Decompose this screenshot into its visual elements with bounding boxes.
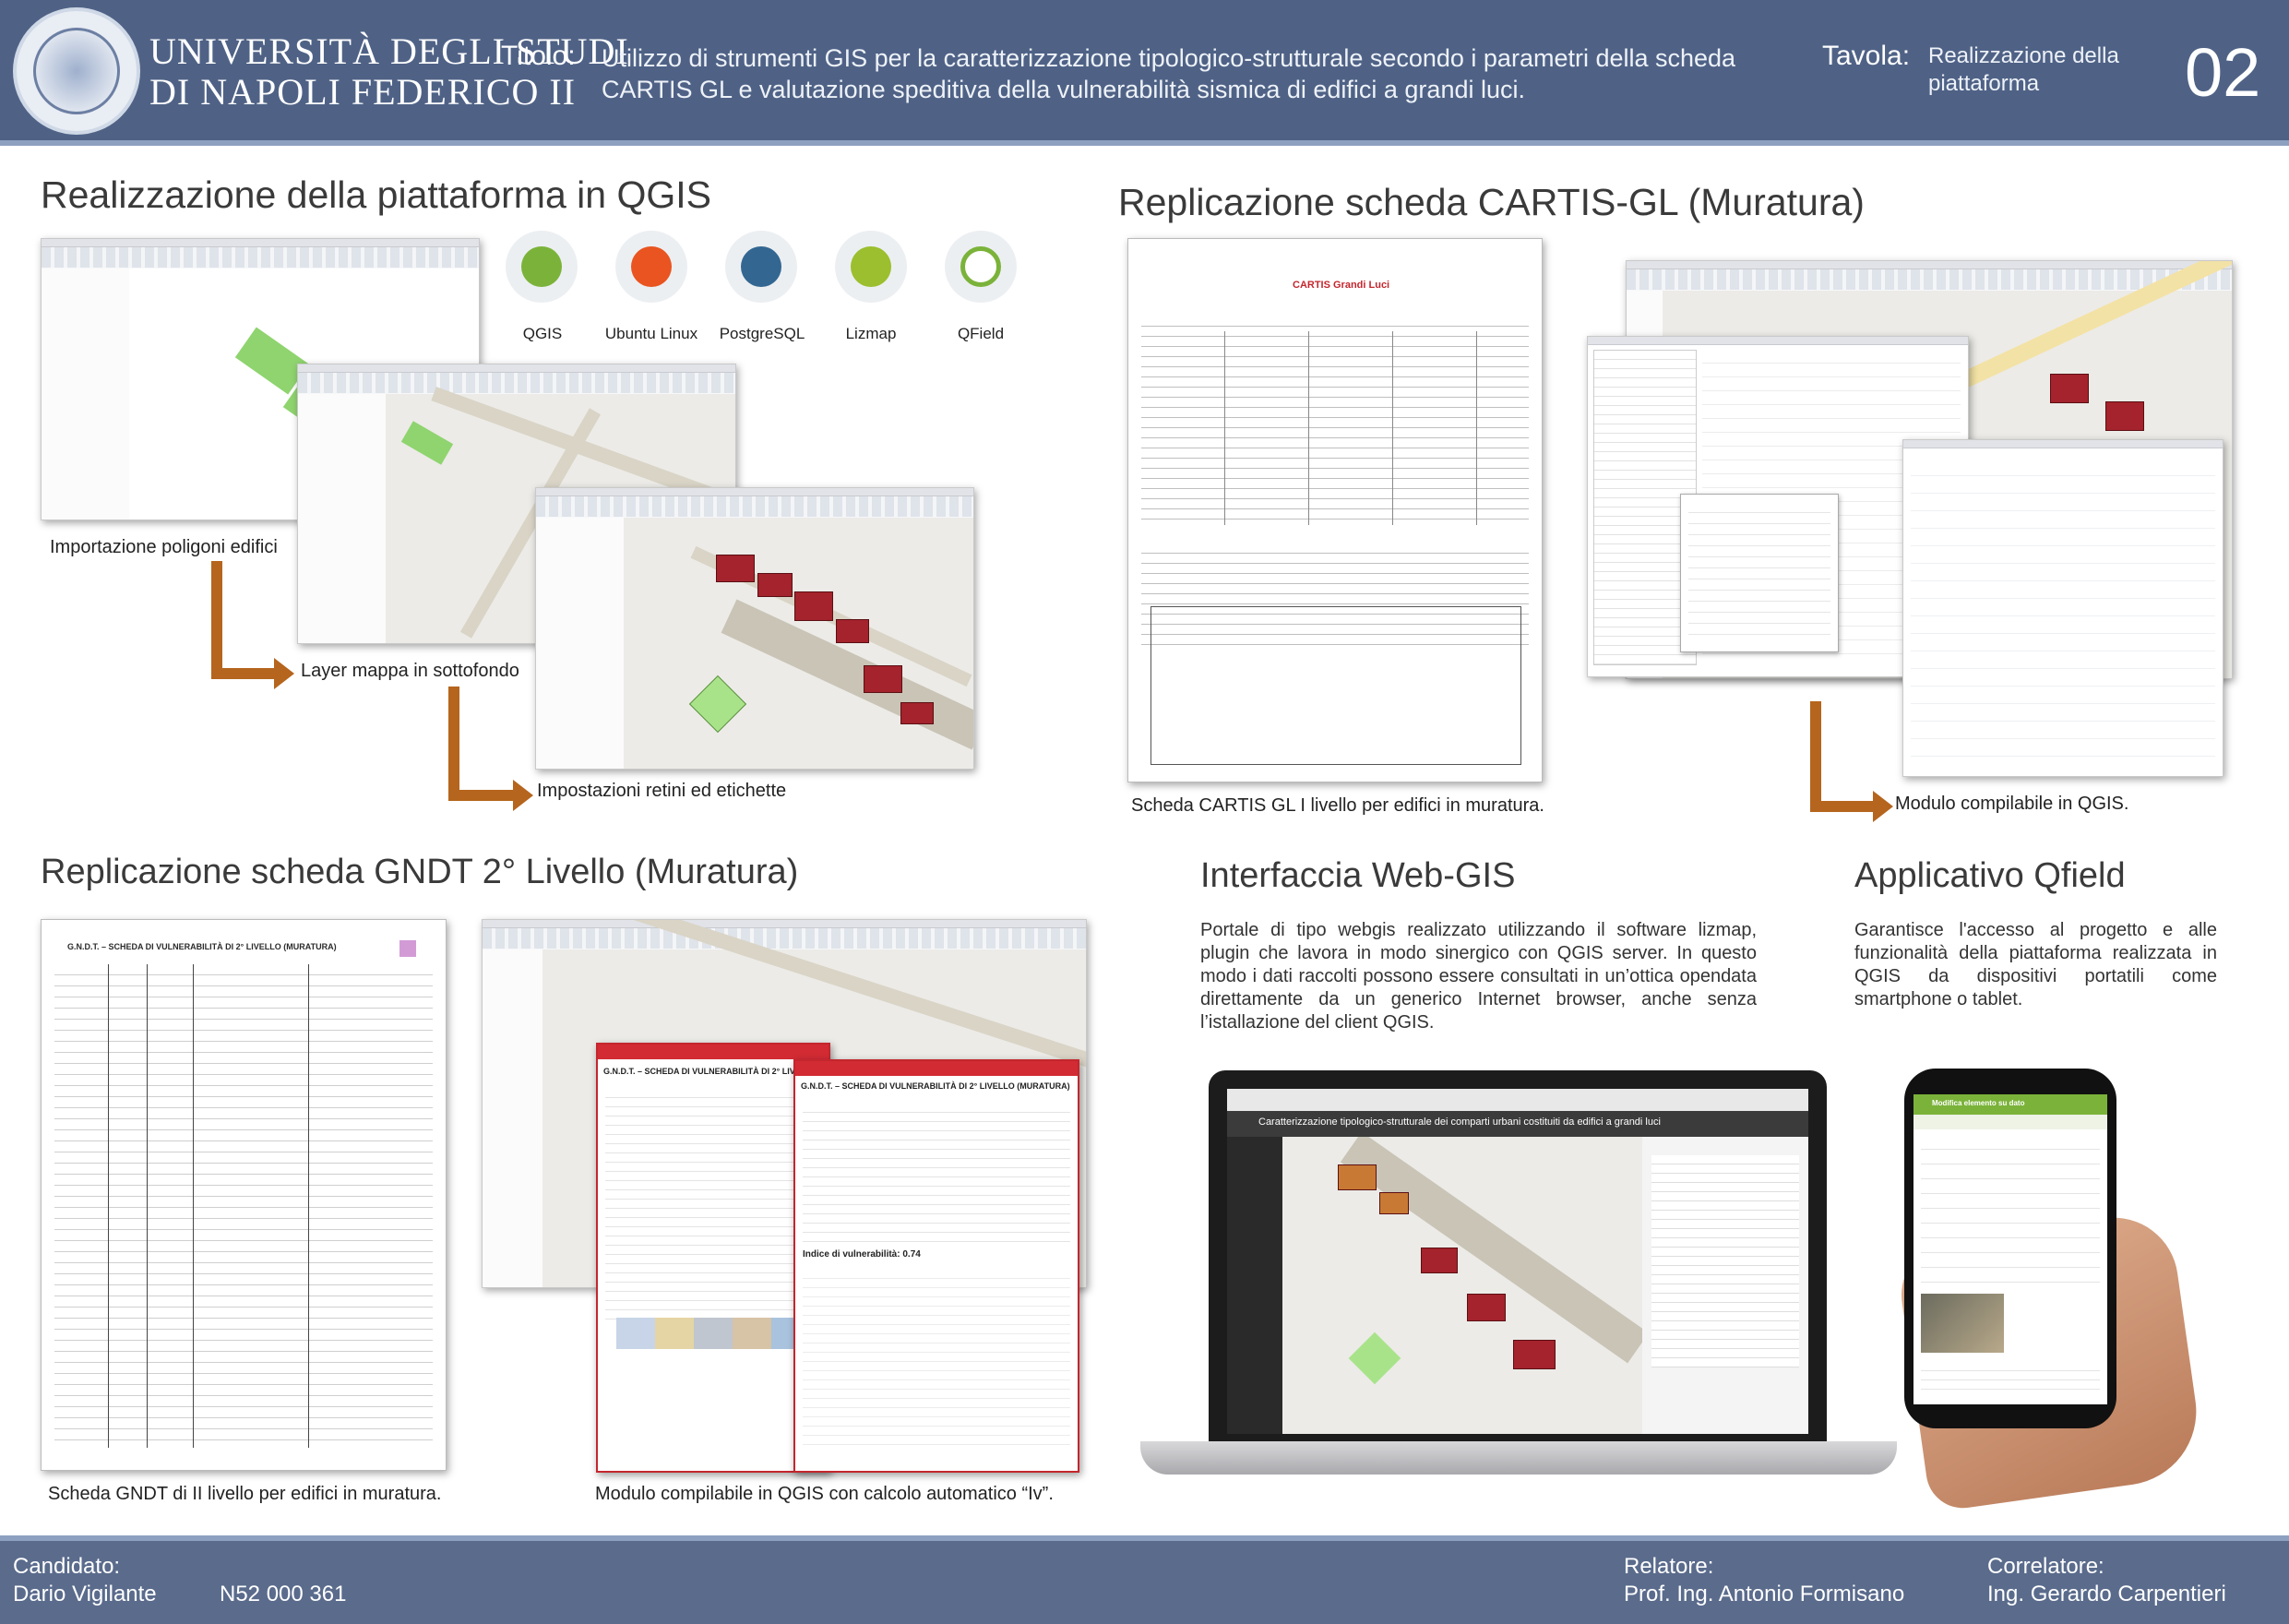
eta-costruzione-popup <box>1680 494 1839 652</box>
cartis-form-heading: CARTIS Grandi Luci <box>1293 280 1390 291</box>
arrow-step2-horizontal <box>448 790 513 801</box>
ubuntu-logo-icon <box>615 231 687 303</box>
logo-label-ubuntu: Ubuntu Linux <box>604 325 698 342</box>
arrow-step2-vertical <box>448 687 459 801</box>
gndt-form-logo <box>399 940 416 957</box>
arrow-step2-head <box>513 780 533 811</box>
candidato-matricola: N52 000 361 <box>220 1582 347 1606</box>
logo-label-lizmap: Lizmap <box>845 325 897 342</box>
cartis-pianta-box <box>1150 606 1521 765</box>
tavola-line2: piattaforma <box>1928 71 2040 96</box>
candidato-name: Dario Vigilante <box>13 1582 157 1606</box>
caption-cartis-qgis: Modulo compilabile in QGIS. <box>1895 794 2129 814</box>
smartphone-screen: Modifica elemento su dato <box>1913 1094 2107 1404</box>
relatore-name: Prof. Ing. Antonio Formisano <box>1624 1582 1905 1606</box>
correlatore-name: Ing. Gerardo Carpentieri <box>1987 1582 2226 1606</box>
arrow-step1-horizontal <box>211 668 274 679</box>
gndt-form-sheet: G.N.D.T. – SCHEDA DI VULNERABILITÀ DI 2°… <box>41 919 447 1471</box>
qgis-screenshot-3 <box>535 487 974 770</box>
arrow-cartis-horizontal <box>1810 801 1873 812</box>
tavola-line1: Realizzazione della <box>1928 43 2119 68</box>
step-label-import: Importazione poligoni edifici <box>46 535 281 560</box>
smartphone: Modifica elemento su dato <box>1904 1069 2116 1428</box>
gndt-window2-heading: G.N.D.T. – SCHEDA DI VULNERABILITÀ DI 2°… <box>801 1081 1070 1091</box>
webgis-screen-title: Caratterizzazione tipologico-strutturale… <box>1258 1116 1661 1128</box>
section-title-qgis: Realizzazione della piattaforma in QGIS <box>41 173 711 216</box>
qgis-logo-icon <box>506 231 578 303</box>
arrow-step1-head <box>274 658 294 689</box>
tavola-number: 02 <box>2185 34 2261 111</box>
gndt-form-heading: G.N.D.T. – SCHEDA DI VULNERABILITÀ DI 2°… <box>67 942 337 951</box>
titolo-line1: Utilizzo di strumenti GIS per la caratte… <box>602 44 1736 72</box>
logo-label-qfield: QField <box>957 325 1005 342</box>
university-seal-logo <box>13 7 140 135</box>
section-title-webgis: Interfaccia Web-GIS <box>1200 856 1516 895</box>
logo-label-qgis: QGIS <box>522 325 563 342</box>
section-title-gndt: Replicazione scheda GNDT 2° Livello (Mur… <box>41 853 799 891</box>
correlatore-label: Correlatore: <box>1987 1554 2104 1579</box>
laptop-base <box>1140 1441 1897 1475</box>
university-name-line2: DI NAPOLI FEDERICO II <box>149 71 577 113</box>
laptop-screen: Caratterizzazione tipologico-strutturale… <box>1227 1089 1808 1434</box>
header-bar: UNIVERSITÀ DEGLI STUDI DI NAPOLI FEDERIC… <box>0 0 2289 146</box>
step-label-layer: Layer mappa in sottofondo <box>297 659 523 684</box>
arrow-cartis-head <box>1873 791 1893 822</box>
relatore-label: Relatore: <box>1624 1554 1714 1579</box>
vulnerability-index-text: Indice di vulnerabilità: 0.74 <box>803 1249 921 1260</box>
section-title-cartis: Replicazione scheda CARTIS-GL (Muratura) <box>1118 181 1865 223</box>
candidato-label: Candidato: <box>13 1554 121 1579</box>
caption-gndt-form: Scheda GNDT di II livello per edifici in… <box>48 1484 442 1504</box>
arrow-step1-vertical <box>211 561 222 679</box>
footer-bar: Candidato: Dario Vigilante N52 000 361 R… <box>0 1535 2289 1624</box>
titolo-label: Titolo: <box>501 41 576 71</box>
qfield-phone-header: Modifica elemento su dato <box>1932 1099 2025 1107</box>
qfield-logo-icon <box>945 231 1017 303</box>
cartis-qgis-form-panel <box>1902 439 2223 777</box>
step-label-retini: Impostazioni retini ed etichette <box>537 781 787 801</box>
laptop-lid: Caratterizzazione tipologico-strutturale… <box>1209 1070 1827 1441</box>
qgis-logo-mark <box>521 246 562 287</box>
postgresql-logo-icon <box>725 231 797 303</box>
tavola-label: Tavola: <box>1822 41 1911 71</box>
gndt-attribute-window-2: G.N.D.T. – SCHEDA DI VULNERABILITÀ DI 2°… <box>793 1059 1079 1473</box>
tavola-text: Realizzazione della piattaforma <box>1928 42 2119 98</box>
titolo-line2: CARTIS GL e valutazione speditiva della … <box>602 76 1525 103</box>
titolo-text: Utilizzo di strumenti GIS per la caratte… <box>602 42 1735 105</box>
section-title-qfield: Applicativo Qfield <box>1854 856 2126 895</box>
arrow-cartis-vertical <box>1810 701 1821 812</box>
caption-gndt-qgis: Modulo compilabile in QGIS con calcolo a… <box>595 1484 1054 1504</box>
lizmap-logo-icon <box>835 231 907 303</box>
cartis-form-sheet: CARTIS Grandi Luci <box>1127 238 1543 782</box>
caption-cartis-form: Scheda CARTIS GL I livello per edifici i… <box>1131 795 1544 816</box>
logo-label-postgresql: PostgreSQL <box>719 325 805 342</box>
qfield-description: Garantisce l'accesso al progetto e alle … <box>1854 920 2217 1009</box>
webgis-description: Portale di tipo webgis realizzato utiliz… <box>1200 920 1757 1033</box>
